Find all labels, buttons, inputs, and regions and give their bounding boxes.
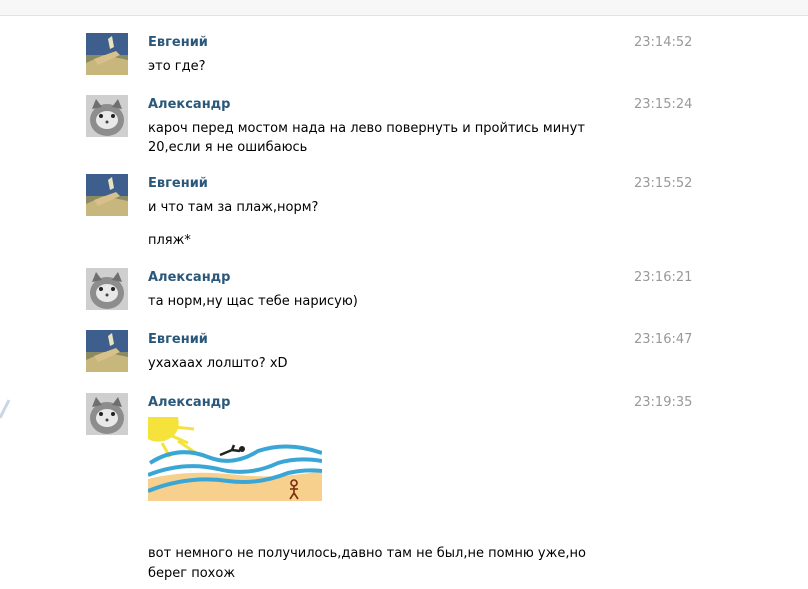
edge-mark-icon — [0, 399, 10, 419]
landscape-avatar-icon — [86, 174, 128, 216]
cat-avatar-icon — [86, 268, 128, 310]
author-name[interactable]: Евгений — [148, 35, 208, 50]
author-name[interactable]: Евгений — [148, 332, 208, 347]
avatar[interactable] — [86, 174, 128, 216]
message-text: та норм,ну щас тебе нарисую) — [148, 294, 358, 309]
message-text: 20,если я не ошибаюсь — [148, 140, 308, 155]
message-text: это где? — [148, 59, 206, 74]
cat-avatar-icon — [86, 393, 128, 435]
author-name[interactable]: Евгений — [148, 176, 208, 191]
avatar[interactable] — [86, 95, 128, 137]
message-text: пляж* — [148, 233, 191, 248]
author-name[interactable]: Александр — [148, 270, 231, 285]
avatar[interactable] — [86, 33, 128, 75]
message-text: кароч перед мостом нада на лево повернут… — [148, 121, 585, 136]
top-bar — [0, 0, 808, 16]
cat-avatar-icon — [86, 95, 128, 137]
avatar[interactable] — [86, 393, 128, 435]
avatar[interactable] — [86, 268, 128, 310]
landscape-avatar-icon — [86, 33, 128, 75]
author-name[interactable]: Александр — [148, 395, 231, 410]
avatar[interactable] — [86, 330, 128, 372]
message-time[interactable]: 23:15:24 — [634, 97, 692, 112]
beach-drawing-image[interactable] — [148, 417, 322, 501]
author-name[interactable]: Александр — [148, 97, 231, 112]
message-text: ухахаах лолшто? xD — [148, 356, 288, 371]
message-text: вот немного не получилось,давно там не б… — [148, 546, 586, 561]
message-time[interactable]: 23:19:35 — [634, 395, 692, 410]
message-time[interactable]: 23:15:52 — [634, 176, 692, 191]
landscape-avatar-icon — [86, 330, 128, 372]
message-text: и что там за плаж,норм? — [148, 200, 319, 215]
message-time[interactable]: 23:14:52 — [634, 35, 692, 50]
message-time[interactable]: 23:16:47 — [634, 332, 692, 347]
message-text: берег похож — [148, 566, 236, 581]
message-time[interactable]: 23:16:21 — [634, 270, 692, 285]
